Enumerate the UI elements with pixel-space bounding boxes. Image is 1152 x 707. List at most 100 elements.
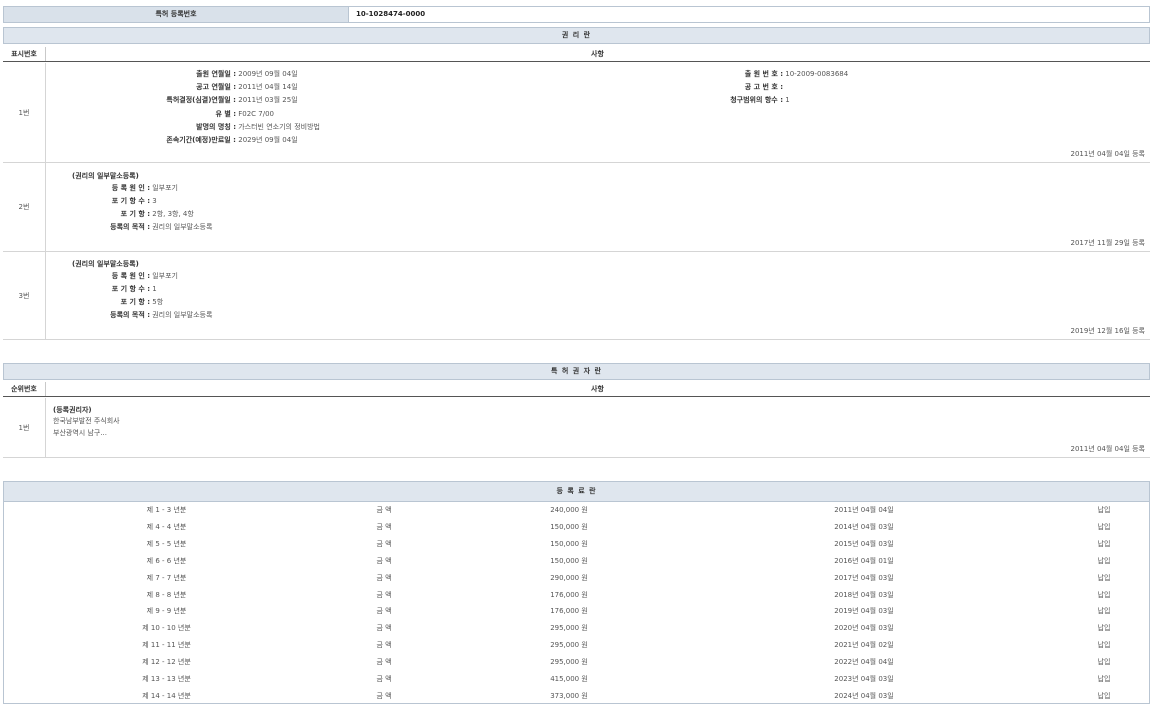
fee-amount-label: 금 액 — [334, 502, 434, 519]
field-waived-count: 포 기 항 수 : 3 — [72, 195, 157, 208]
fee-row: 제 5 - 5 년분금 액150,000 원2015년 04월 03일납입 — [4, 536, 1149, 553]
fee-status: 납입 — [1054, 519, 1152, 536]
fee-period: 제 4 - 4 년분 — [4, 519, 329, 536]
field-classification: 유 별 : F02C 7/00 — [120, 108, 274, 121]
registration-date: 2017년 11월 29일 등록 — [1070, 238, 1145, 248]
holder-name: 한국남부발전 주식회사 — [53, 416, 120, 426]
fee-status: 납입 — [1054, 654, 1152, 671]
fee-amount: 295,000 원 — [504, 654, 634, 671]
fee-row: 제 4 - 4 년분금 액150,000 원2014년 04월 03일납입 — [4, 519, 1149, 536]
fee-status: 납입 — [1054, 603, 1152, 620]
field-waived-claims: 포 기 항 : 5항 — [72, 296, 163, 309]
fee-amount: 150,000 원 — [504, 553, 634, 570]
field-claim-count: 청구범위의 항수 : 1 — [693, 94, 790, 107]
fee-amount: 295,000 원 — [504, 637, 634, 654]
fee-row: 제 8 - 8 년분금 액176,000 원2018년 04월 03일납입 — [4, 587, 1149, 604]
fee-period: 제 14 - 14 년분 — [4, 688, 329, 705]
field-publication-number: 공 고 번 호 : — [693, 81, 783, 94]
fee-period: 제 9 - 9 년분 — [4, 603, 329, 620]
fee-period: 제 11 - 11 년분 — [4, 637, 329, 654]
fee-row: 제 10 - 10 년분금 액295,000 원2020년 04월 03일납입 — [4, 620, 1149, 637]
fee-payment-date: 2017년 04월 03일 — [784, 570, 944, 587]
rights-column-header: 표시번호 사항 — [3, 47, 1150, 62]
fee-row: 제 13 - 13 년분금 액415,000 원2023년 04월 03일납입 — [4, 671, 1149, 688]
fee-status: 납입 — [1054, 553, 1152, 570]
fee-period: 제 6 - 6 년분 — [4, 553, 329, 570]
fee-row: 제 14 - 14 년분 금 액 373,000 원 2024년 04월 03일 납입 — [4, 688, 1149, 705]
fee-payment-date: 2011년 04월 04일 — [784, 502, 944, 519]
fee-amount: 373,000 원 — [504, 688, 634, 705]
fee-status: 납입 — [1054, 688, 1152, 705]
row-number: 3번 — [3, 252, 46, 339]
fee-row: 제 9 - 9 년분금 액176,000 원2019년 04월 03일납입 — [4, 603, 1149, 620]
row-number: 1번 — [3, 63, 46, 162]
fee-amount: 240,000 원 — [504, 502, 634, 519]
rights-row-1: 1번 출원 연월일 : 2009년 09월 04일 공고 연월일 : 2011년… — [3, 63, 1150, 163]
fee-status: 납입 — [1054, 570, 1152, 587]
holder-address: 부산광역시 남구... — [53, 428, 107, 438]
fee-period: 제 10 - 10 년분 — [4, 620, 329, 637]
field-decision-date: 특허결정(심결)연월일 : 2011년 03월 25일 — [120, 94, 298, 107]
fee-amount: 415,000 원 — [504, 671, 634, 688]
field-expiry-date: 존속기간(예정)만료일 : 2029년 09월 04일 — [120, 134, 298, 147]
field-registration-purpose: 등록의 목적 : 권리의 일부말소등록 — [72, 309, 212, 322]
fee-payment-date: 2014년 04월 03일 — [784, 519, 944, 536]
row-heading: (권리의 일부말소등록) — [72, 259, 139, 269]
fee-payment-date: 2015년 04월 03일 — [784, 536, 944, 553]
row-number: 2번 — [3, 163, 46, 251]
fee-status: 납입 — [1054, 620, 1152, 637]
field-registration-purpose: 등록의 목적 : 권리의 일부말소등록 — [72, 221, 212, 234]
fee-amount-label: 금 액 — [334, 536, 434, 553]
fee-row: 제 6 - 6 년분금 액150,000 원2016년 04월 01일납입 — [4, 553, 1149, 570]
rights-section-header: 권 리 란 — [3, 27, 1150, 44]
fee-amount: 295,000 원 — [504, 620, 634, 637]
fee-payment-date: 2021년 04월 02일 — [784, 637, 944, 654]
registration-date: 2011년 04월 04일 등록 — [1070, 444, 1145, 454]
fee-row: 제 7 - 7 년분금 액290,000 원2017년 04월 03일납입 — [4, 570, 1149, 587]
column-details: 사항 — [45, 382, 1150, 396]
fee-status: 납입 — [1054, 502, 1152, 519]
holder-section-header: 특 허 권 자 란 — [3, 363, 1150, 380]
column-rank-number: 순위번호 — [3, 382, 46, 396]
field-waived-claims: 포 기 항 : 2항, 3항, 4항 — [72, 208, 194, 221]
fee-amount: 290,000 원 — [504, 570, 634, 587]
fee-amount: 176,000 원 — [504, 603, 634, 620]
fee-amount-label: 금 액 — [334, 637, 434, 654]
fee-status: 납입 — [1054, 671, 1152, 688]
column-display-number: 표시번호 — [3, 47, 46, 61]
column-details: 사항 — [45, 47, 1150, 61]
fee-period: 제 7 - 7 년분 — [4, 570, 329, 587]
patent-number-value: 10-1028474-0000 — [356, 7, 425, 22]
patent-number-bar: 특허 등록번호 10-1028474-0000 — [3, 6, 1150, 23]
fee-period: 제 5 - 5 년분 — [4, 536, 329, 553]
field-waived-count: 포 기 항 수 : 1 — [72, 283, 157, 296]
fee-amount: 150,000 원 — [504, 519, 634, 536]
fee-status: 납입 — [1054, 587, 1152, 604]
row-heading: (권리의 일부말소등록) — [72, 171, 139, 181]
row-number: 1번 — [3, 398, 46, 457]
fee-section: 등 록 료 란 제 1 - 3 년분금 액240,000 원2011년 04월 … — [3, 481, 1150, 704]
fee-payment-date: 2020년 04월 03일 — [784, 620, 944, 637]
rights-row-3: 3번 (권리의 일부말소등록) 등 록 원 인 : 일부포기 포 기 항 수 :… — [3, 252, 1150, 340]
fee-amount-label: 금 액 — [334, 553, 434, 570]
fee-period: 제 1 - 3 년분 — [4, 502, 329, 519]
fee-amount-label: 금 액 — [334, 587, 434, 604]
fee-period: 제 12 - 12 년분 — [4, 654, 329, 671]
fee-payment-date: 2024년 04월 03일 — [784, 688, 944, 705]
fee-amount-label: 금 액 — [334, 671, 434, 688]
fee-status: 납입 — [1054, 536, 1152, 553]
fee-row: 제 1 - 3 년분 금 액 240,000 원 2011년 04월 04일 납입 — [4, 502, 1149, 519]
fee-amount-label: 금 액 — [334, 603, 434, 620]
patent-number-label: 특허 등록번호 — [4, 7, 349, 22]
field-application-number: 출 원 번 호 : 10-2009-0083684 — [693, 68, 848, 81]
holder-column-header: 순위번호 사항 — [3, 382, 1150, 397]
fee-amount-label: 금 액 — [334, 688, 434, 705]
fee-row: 제 11 - 11 년분 금 액 295,000 원 2021년 04월 02일 납입 — [4, 637, 1149, 654]
rights-row-2: 2번 (권리의 일부말소등록) 등 록 원 인 : 일부포기 포 기 항 수 :… — [3, 163, 1150, 252]
field-registration-cause: 등 록 원 인 : 일부포기 — [72, 270, 178, 283]
fee-row: 제 12 - 12 년분금 액295,000 원2022년 04월 04일납입 — [4, 654, 1149, 671]
fee-status: 납입 — [1054, 637, 1152, 654]
field-application-date: 출원 연월일 : 2009년 09월 04일 — [120, 68, 298, 81]
field-invention-title: 발명의 명칭 : 가스터빈 연소기의 정비방법 — [120, 121, 320, 134]
registration-date: 2011년 04월 04일 등록 — [1070, 149, 1145, 159]
